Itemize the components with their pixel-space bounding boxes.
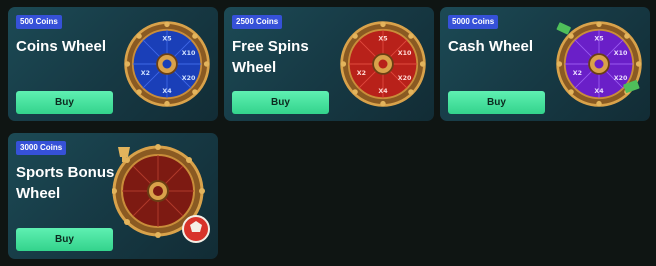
card-title: Cash Wheel: [448, 38, 534, 55]
wheel-label: X20: [614, 75, 628, 82]
cash-wheel-icon: X5 X10 X20 X4 X2: [556, 21, 642, 107]
wheel-label: X4: [162, 88, 172, 95]
wheel-label: X10: [398, 50, 412, 57]
card-title: Free Spins Wheel: [232, 38, 309, 76]
wheel-label: X2: [141, 70, 150, 77]
card-cash-wheel: 5000 Coins Cash Wheel X5 X10 X20 X4 X2 B…: [440, 7, 650, 121]
price-badge: 3000 Coins: [16, 141, 67, 155]
buy-button[interactable]: Buy: [16, 228, 113, 251]
price-badge: 500 Coins: [16, 15, 62, 29]
wheel-label: X5: [378, 36, 387, 43]
buy-button[interactable]: Buy: [232, 91, 329, 114]
coins-wheel-icon: X5 X10 X20 X4 X2: [124, 21, 210, 107]
sports-bonus-wheel-icon: [112, 144, 210, 243]
wheel-label: X5: [594, 36, 603, 43]
card-title: Coins Wheel: [16, 38, 107, 55]
wheel-shop-grid: 500 Coins Coins Wheel X5 X10 X20 X4 X2 B…: [0, 0, 656, 266]
card-sports-bonus-wheel: 3000 Coins Sports Bonus Wheel Buy: [8, 133, 218, 259]
card-free-spins-wheel: 2500 Coins Free Spins Wheel X5 X10 X20 X…: [224, 7, 434, 121]
wheel-label: X4: [378, 88, 388, 95]
price-badge: 2500 Coins: [232, 15, 283, 29]
buy-button[interactable]: Buy: [16, 91, 113, 114]
wheel-label: X10: [614, 50, 628, 57]
wheel-label: X20: [182, 75, 196, 82]
wheel-label: X4: [594, 88, 604, 95]
wheel-label: X2: [573, 70, 582, 77]
price-badge: 5000 Coins: [448, 15, 499, 29]
card-coins-wheel: 500 Coins Coins Wheel X5 X10 X20 X4 X2 B…: [8, 7, 218, 121]
buy-button[interactable]: Buy: [448, 91, 545, 114]
card-title: Sports Bonus Wheel: [16, 164, 115, 202]
wheel-label: X2: [357, 70, 366, 77]
wheel-label: X20: [398, 75, 412, 82]
wheel-label: X10: [182, 50, 196, 57]
wheel-label: X5: [162, 36, 171, 43]
free-spins-wheel-icon: X5 X10 X20 X4 X2: [340, 21, 426, 107]
